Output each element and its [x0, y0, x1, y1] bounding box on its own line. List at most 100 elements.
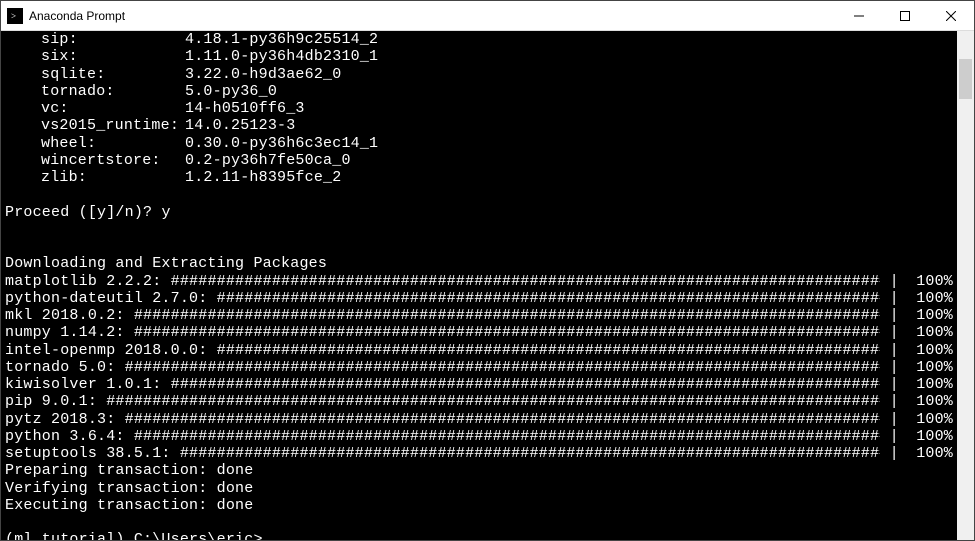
progress-separator: | [880, 411, 908, 428]
indent [5, 83, 41, 100]
download-row: python 3.6.4: ##########################… [5, 428, 953, 445]
download-row: mkl 2018.0.2: ##########################… [5, 307, 953, 324]
package-version: 1.11.0-py36h4db2310_1 [185, 48, 378, 65]
progress-separator: | [880, 324, 908, 341]
package-name: sqlite: [41, 66, 185, 83]
package-version: 3.22.0-h9d3ae62_0 [185, 66, 341, 83]
package-row: six:1.11.0-py36h4db2310_1 [5, 48, 953, 65]
package-version: 1.2.11-h8395fce_2 [185, 169, 341, 186]
download-label: numpy 1.14.2: [5, 324, 134, 341]
progress-separator: | [880, 307, 908, 324]
indent [5, 100, 41, 117]
download-label: python-dateutil 2.7.0: [5, 290, 217, 307]
blank-line [5, 221, 953, 238]
indent [5, 169, 41, 186]
scrollbar-thumb[interactable] [959, 59, 972, 99]
progress-separator: | [880, 428, 908, 445]
window-title: Anaconda Prompt [29, 9, 836, 23]
package-version: 4.18.1-py36h9c25514_2 [185, 31, 378, 48]
indent [5, 66, 41, 83]
scrollbar-track[interactable] [957, 31, 974, 540]
proceed-prompt: Proceed ([y]/n)? [5, 204, 161, 221]
progress-separator: | [880, 273, 908, 290]
shell-prompt: (ml_tutorial) C:\Users\eric> [5, 531, 263, 540]
progress-percent: 100% [908, 376, 953, 393]
download-label: matplotlib 2.2.2: [5, 273, 171, 290]
package-row: wheel:0.30.0-py36h6c3ec14_1 [5, 135, 953, 152]
package-name: six: [41, 48, 185, 65]
progress-bar: ########################################… [125, 359, 881, 376]
window-frame: > Anaconda Prompt sip:4.18.1-py36h9c2551… [0, 0, 975, 541]
package-name: tornado: [41, 83, 185, 100]
indent [5, 135, 41, 152]
window-controls [836, 1, 974, 30]
package-name: wheel: [41, 135, 185, 152]
transaction-line: Verifying transaction: done [5, 480, 953, 497]
progress-bar: ########################################… [134, 324, 881, 341]
download-row: matplotlib 2.2.2: ######################… [5, 273, 953, 290]
package-row: vs2015_runtime:14.0.25123-3 [5, 117, 953, 134]
package-version: 5.0-py36_0 [185, 83, 277, 100]
blank-line [5, 186, 953, 203]
package-row: vc:14-h0510ff6_3 [5, 100, 953, 117]
indent [5, 31, 41, 48]
progress-bar: ########################################… [134, 307, 881, 324]
terminal-wrapper: sip:4.18.1-py36h9c25514_2 six:1.11.0-py3… [1, 31, 974, 540]
indent [5, 48, 41, 65]
progress-bar: ########################################… [217, 290, 881, 307]
prompt-line: (ml_tutorial) C:\Users\eric> [5, 531, 953, 540]
terminal-output[interactable]: sip:4.18.1-py36h9c25514_2 six:1.11.0-py3… [1, 31, 957, 540]
svg-text:>: > [11, 11, 16, 21]
package-version: 14-h0510ff6_3 [185, 100, 305, 117]
download-row: python-dateutil 2.7.0: #################… [5, 290, 953, 307]
transaction-line: Preparing transaction: done [5, 462, 953, 479]
progress-bar: ########################################… [171, 376, 881, 393]
progress-separator: | [880, 376, 908, 393]
progress-percent: 100% [908, 359, 953, 376]
progress-bar: ########################################… [134, 428, 881, 445]
package-version: 0.30.0-py36h6c3ec14_1 [185, 135, 378, 152]
blank-line [5, 238, 953, 255]
progress-separator: | [880, 393, 908, 410]
download-label: tornado 5.0: [5, 359, 125, 376]
close-button[interactable] [928, 1, 974, 30]
titlebar[interactable]: > Anaconda Prompt [1, 1, 974, 31]
download-label: intel-openmp 2018.0.0: [5, 342, 217, 359]
progress-percent: 100% [908, 428, 953, 445]
download-label: python 3.6.4: [5, 428, 134, 445]
package-name: wincertstore: [41, 152, 185, 169]
package-name: vs2015_runtime: [41, 117, 185, 134]
package-row: sqlite:3.22.0-h9d3ae62_0 [5, 66, 953, 83]
progress-bar: ########################################… [180, 445, 881, 462]
progress-bar: ########################################… [125, 411, 881, 428]
download-row: intel-openmp 2018.0.0: #################… [5, 342, 953, 359]
package-row: zlib:1.2.11-h8395fce_2 [5, 169, 953, 186]
proceed-answer: y [161, 204, 170, 221]
progress-percent: 100% [908, 324, 953, 341]
download-label: mkl 2018.0.2: [5, 307, 134, 324]
progress-separator: | [880, 342, 908, 359]
progress-percent: 100% [908, 393, 953, 410]
progress-separator: | [880, 359, 908, 376]
blank-line [5, 514, 953, 531]
package-version: 0.2-py36h7fe50ca_0 [185, 152, 351, 169]
download-label: pytz 2018.3: [5, 411, 125, 428]
package-name: sip: [41, 31, 185, 48]
download-row: pip 9.0.1: #############################… [5, 393, 953, 410]
progress-percent: 100% [908, 290, 953, 307]
maximize-button[interactable] [882, 1, 928, 30]
terminal-icon: > [7, 8, 23, 24]
proceed-line: Proceed ([y]/n)? y [5, 204, 953, 221]
download-row: setuptools 38.5.1: #####################… [5, 445, 953, 462]
progress-bar: ########################################… [171, 273, 881, 290]
downloading-header: Downloading and Extracting Packages [5, 255, 953, 272]
progress-percent: 100% [908, 411, 953, 428]
download-label: setuptools 38.5.1: [5, 445, 180, 462]
download-row: pytz 2018.3: ###########################… [5, 411, 953, 428]
progress-separator: | [880, 445, 908, 462]
minimize-button[interactable] [836, 1, 882, 30]
download-row: numpy 1.14.2: ##########################… [5, 324, 953, 341]
progress-percent: 100% [908, 342, 953, 359]
package-name: zlib: [41, 169, 185, 186]
transaction-line: Executing transaction: done [5, 497, 953, 514]
